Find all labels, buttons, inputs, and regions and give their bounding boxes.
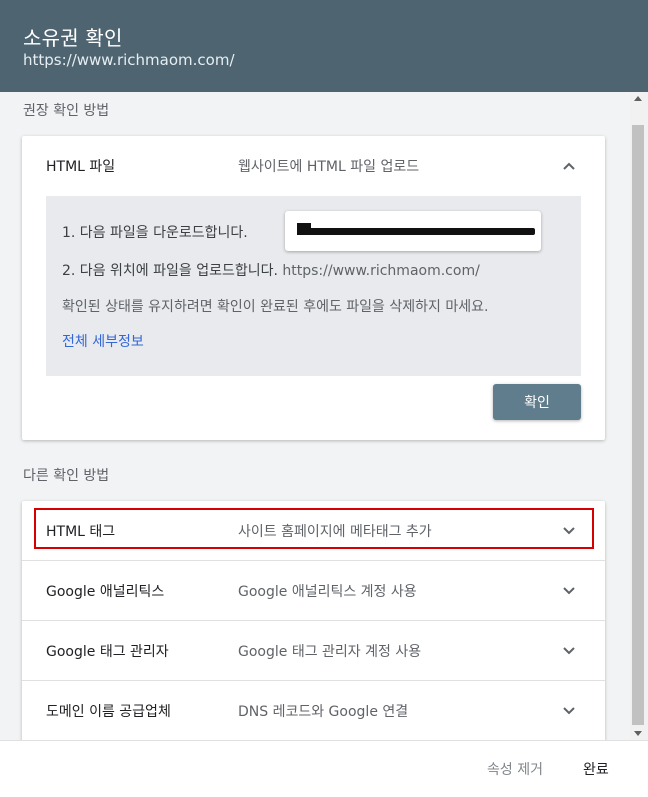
method-desc: Google 태그 관리자 계정 사용: [238, 644, 422, 660]
method-row-google-analytics[interactable]: Google 애널리틱스 Google 애널리틱스 계정 사용: [22, 561, 605, 620]
instructions-box: 1. 다음 파일을 다운로드합니다. 2. 다음 위치에 파일을 업로드합니다.…: [46, 196, 581, 376]
chevron-down-icon[interactable]: [559, 640, 579, 660]
method-desc: 사이트 홈페이지에 메타태그 추가: [238, 524, 432, 540]
method-row-tag-manager[interactable]: Google 태그 관리자 Google 태그 관리자 계정 사용: [22, 621, 605, 680]
chevron-up-icon[interactable]: [559, 156, 579, 176]
step-2-label: 2. 다음 위치에 파일을 업로드합니다.: [62, 263, 278, 279]
method-name: Google 태그 관리자: [46, 644, 169, 660]
method-desc: DNS 레코드와 Google 연결: [238, 704, 409, 720]
chevron-down-icon[interactable]: [559, 520, 579, 540]
keep-file-note: 확인된 상태를 유지하려면 확인이 완료된 후에도 파일을 삭제하지 마세요.: [62, 299, 489, 315]
confirm-button[interactable]: 확인: [493, 384, 581, 420]
upload-url: https://www.richmaom.com/: [282, 263, 480, 279]
step-2-text: 2. 다음 위치에 파일을 업로드합니다. https://www.richma…: [62, 260, 480, 280]
scroll-up-arrow-icon[interactable]: [634, 96, 642, 101]
html-file-title: HTML 파일: [46, 159, 116, 175]
recommended-section-label: 권장 확인 방법: [23, 103, 110, 119]
recommended-method-card: HTML 파일 웹사이트에 HTML 파일 업로드 1. 다음 파일을 다운로드…: [22, 136, 605, 440]
property-url: https://www.richmaom.com/: [23, 51, 235, 69]
dialog-title: 소유권 확인: [23, 26, 123, 50]
method-name: HTML 태그: [46, 524, 116, 540]
method-desc: Google 애널리틱스 계정 사용: [238, 584, 417, 600]
other-methods-card: HTML 태그 사이트 홈페이지에 메타태그 추가 Google 애널리틱스 G…: [22, 501, 605, 740]
dialog-content: 권장 확인 방법 HTML 파일 웹사이트에 HTML 파일 업로드 1. 다음…: [0, 92, 630, 740]
method-name: Google 애널리틱스: [46, 584, 165, 600]
full-details-link[interactable]: 전체 세부정보: [62, 331, 144, 351]
download-file-chip[interactable]: [285, 211, 541, 251]
method-name: 도메인 이름 공급업체: [46, 704, 171, 720]
redacted-filename: [297, 228, 535, 235]
done-button[interactable]: 완료: [583, 759, 609, 779]
method-row-html-tag[interactable]: HTML 태그 사이트 홈페이지에 메타태그 추가: [22, 501, 605, 560]
scroll-thumb[interactable]: [632, 125, 644, 725]
chevron-down-icon[interactable]: [559, 580, 579, 600]
dialog-footer: 속성 제거 완료: [0, 740, 648, 797]
html-file-desc: 웹사이트에 HTML 파일 업로드: [238, 159, 420, 175]
dialog-header: 소유권 확인 https://www.richmaom.com/: [0, 0, 648, 92]
vertical-scrollbar[interactable]: [630, 92, 648, 740]
other-section-label: 다른 확인 방법: [23, 468, 110, 484]
chevron-down-icon[interactable]: [559, 700, 579, 720]
method-row-domain-provider[interactable]: 도메인 이름 공급업체 DNS 레코드와 Google 연결: [22, 681, 605, 740]
scroll-down-arrow-icon[interactable]: [634, 731, 642, 736]
remove-property-button[interactable]: 속성 제거: [487, 759, 543, 779]
step-1-text: 1. 다음 파일을 다운로드합니다.: [62, 225, 248, 241]
